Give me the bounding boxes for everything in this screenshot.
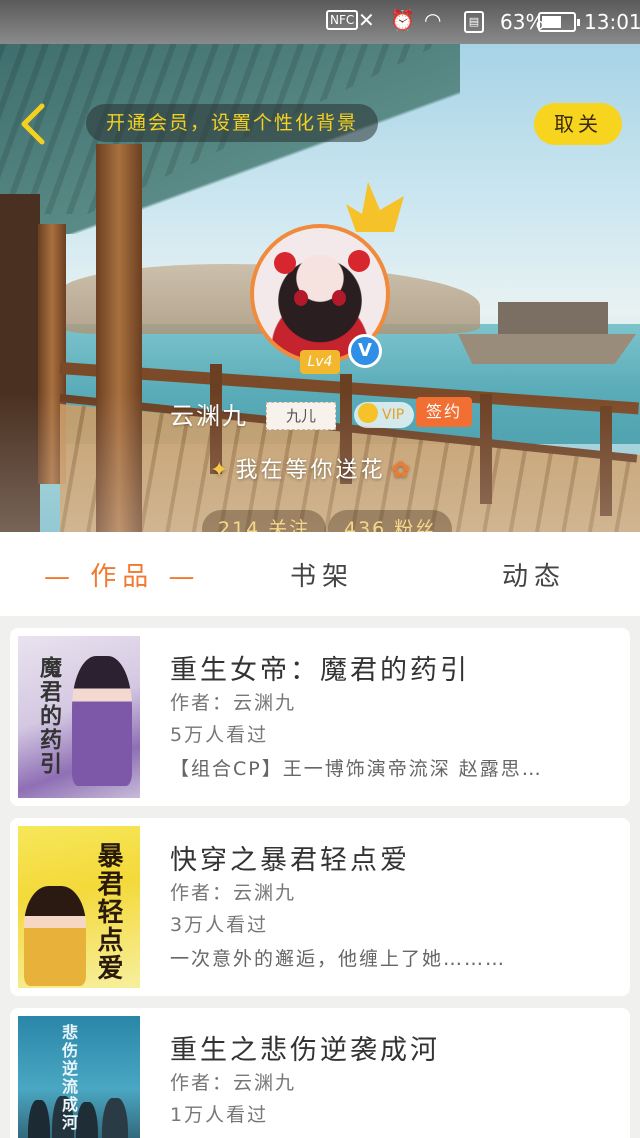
profile-tabs: — 作品 — 书架 动态 [0, 532, 640, 616]
vip-background-promo[interactable]: 开通会员，设置个性化背景 [86, 104, 379, 142]
book-reads: 5万人看过 [170, 724, 269, 746]
book-title: 快穿之暴君轻点爱 [170, 845, 410, 876]
tab-feed[interactable]: 动态 [502, 556, 566, 593]
mute-icon: ✕ [358, 8, 375, 32]
nfc-icon: NFC [326, 10, 359, 30]
book-author: 作者：云渊九 [170, 692, 297, 714]
cover-figure [24, 886, 86, 986]
level-badge: Lv4 [300, 350, 340, 374]
background-boat [458, 294, 636, 364]
alarm-icon: ⏰ [390, 8, 415, 32]
tab-works[interactable]: — 作品 — [44, 556, 201, 593]
cover-figure [72, 656, 132, 786]
book-title: 重生女帝：魔君的药引 [170, 655, 470, 686]
back-button[interactable] [18, 102, 58, 146]
book-author: 作者：云渊九 [170, 1072, 297, 1094]
book-cover[interactable]: 暴君轻点爱 [18, 826, 140, 988]
book-cover[interactable]: 悲伤逆流成河 [18, 1016, 140, 1138]
book-reads: 1万人看过 [170, 1104, 269, 1126]
book-cover-title: 暴君轻点爱 [93, 842, 123, 982]
book-cover-title: 悲伤逆流成河 [59, 1024, 78, 1132]
book-card[interactable]: 悲伤逆流成河 重生之悲伤逆袭成河 作者：云渊九 1万人看过 [10, 1008, 630, 1138]
book-card[interactable]: 魔君的药引 重生女帝：魔君的药引 作者：云渊九 5万人看过 【组合CP】王一博饰… [10, 628, 630, 806]
flower-icon: ✿ [391, 458, 413, 483]
fans-count[interactable]: 436 粉丝 [328, 510, 453, 532]
avatar-eye [294, 290, 308, 306]
book-author: 作者：云渊九 [170, 882, 297, 904]
book-title: 重生之悲伤逆袭成河 [170, 1035, 440, 1066]
battery-fill [542, 16, 561, 28]
nickname-sticker: 九儿 [266, 402, 336, 430]
username: 云渊九 [170, 402, 248, 430]
tab-indicator-right: — [168, 562, 201, 592]
book-cover-title: 魔君的药引 [36, 656, 61, 776]
wifi-icon: ◠ [424, 8, 442, 32]
profile-header: 开通会员，设置个性化背景 取关 Lv4 V 云渊九 九儿 VIP 签约 ✦我在等… [0, 44, 640, 532]
chevron-left-icon [21, 103, 45, 145]
battery-icon [538, 12, 580, 32]
tab-works-label: 作品 [90, 562, 155, 592]
book-cover[interactable]: 魔君的药引 [18, 636, 140, 798]
motto-text: 我在等你送花 [235, 458, 386, 483]
book-reads: 3万人看过 [170, 914, 269, 936]
tab-indicator-left: — [44, 562, 76, 592]
book-card[interactable]: 暴君轻点爱 快穿之暴君轻点爱 作者：云渊九 3万人看过 一次意外的邂逅，他缠上了… [10, 818, 630, 996]
book-description: 一次意外的邂逅，他缠上了她……… [170, 948, 507, 970]
vip-badge: VIP [354, 402, 415, 428]
motto: ✦ 我在等你送花 ✿ [210, 452, 413, 484]
status-time: 13:01 [584, 10, 640, 34]
following-count[interactable]: 214 关注 [202, 510, 327, 532]
signed-author-badge: 签约 [416, 397, 472, 427]
crown-icon [346, 182, 404, 232]
unfollow-button[interactable]: 取关 [534, 103, 622, 145]
status-bar: NFC ✕ ⏰ ◠ ▤ 63% 13:01 [0, 0, 640, 44]
sparkle-icon: ✦ [210, 458, 232, 483]
sim-icon: ▤ [464, 11, 484, 33]
cover-figure [28, 1100, 50, 1138]
book-description: 【组合CP】王一博饰演帝流深 赵露思… [170, 758, 543, 780]
verified-icon: V [348, 334, 382, 368]
tab-bookshelf[interactable]: 书架 [290, 556, 354, 593]
